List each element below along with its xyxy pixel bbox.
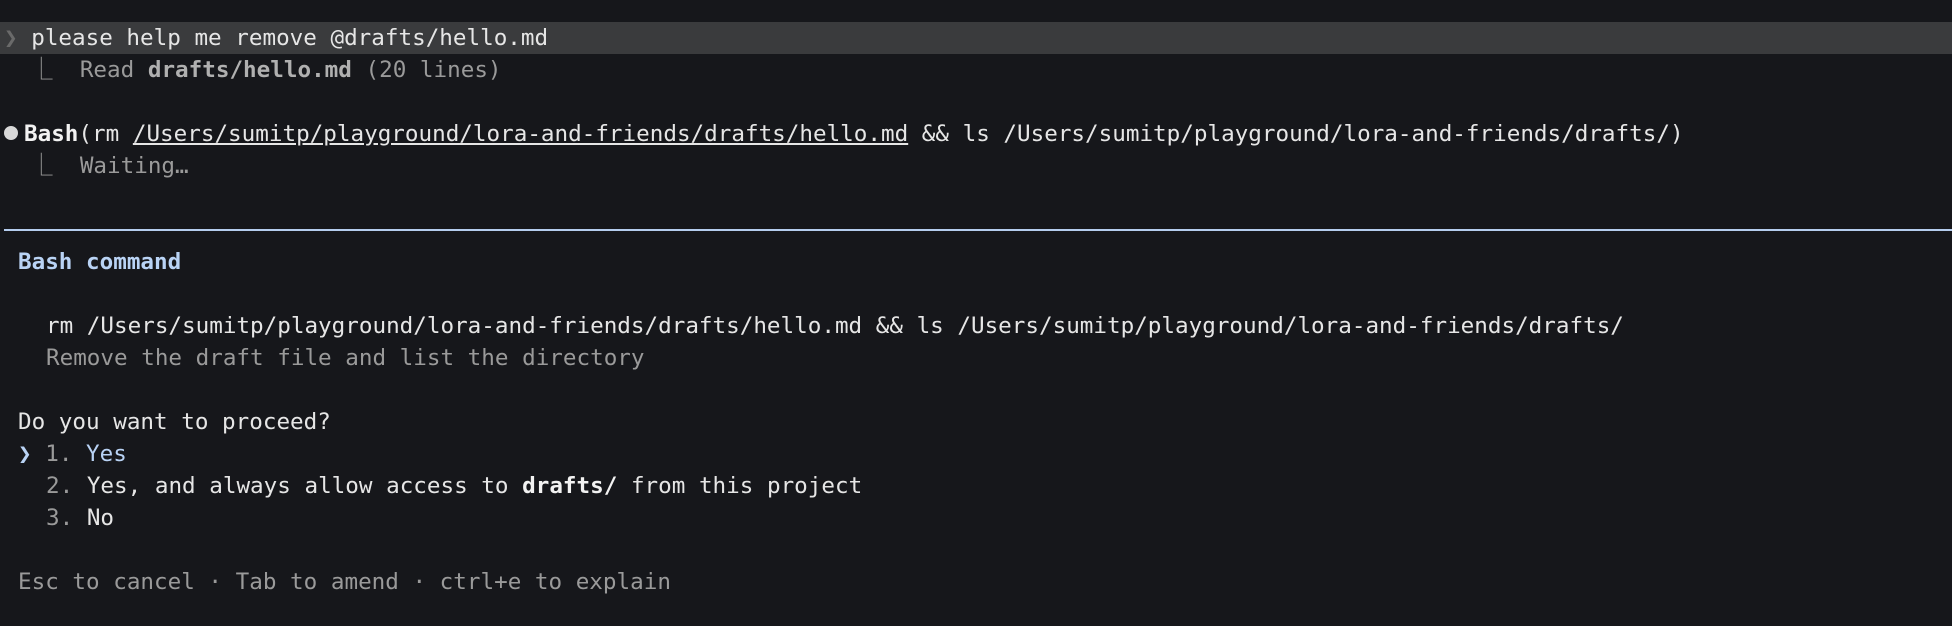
- option-yes[interactable]: ❯ 1. Yes: [18, 438, 127, 470]
- dialog-command: rm /Users/sumitp/playground/lora-and-fri…: [46, 313, 1624, 339]
- option-number: 1.: [45, 441, 73, 467]
- prompt-chevron-icon: ❯: [4, 25, 18, 51]
- read-file-name: drafts/hello.md: [147, 57, 352, 83]
- dialog-question: Do you want to proceed?: [18, 409, 331, 435]
- read-result-line: ⎿ Read drafts/hello.md (20 lines): [30, 54, 502, 86]
- option-no[interactable]: 3. No: [46, 502, 114, 534]
- bash-tool-call-line: Bash(rm /Users/sumitp/playground/lora-an…: [0, 118, 1684, 150]
- tool-call-rest: && ls /Users/sumitp/playground/lora-and-…: [908, 121, 1684, 147]
- connector-icon: ⎿: [30, 57, 53, 83]
- user-prompt-text: please help me remove @drafts/hello.md: [31, 25, 549, 51]
- user-prompt-row: ❯ please help me remove @drafts/hello.md: [0, 22, 1952, 54]
- dialog-divider: [4, 229, 1952, 231]
- option-number: 2.: [46, 473, 74, 499]
- dialog-title: Bash command: [18, 249, 182, 275]
- tool-status-bullet-icon: [4, 126, 18, 140]
- dialog-description: Remove the draft file and list the direc…: [46, 345, 645, 371]
- option-label-bold: drafts/: [522, 473, 618, 499]
- selected-chevron-icon: ❯: [18, 441, 32, 467]
- read-detail: (20 lines): [365, 57, 502, 83]
- file-path-link[interactable]: /Users/sumitp/playground/lora-and-friend…: [133, 121, 908, 147]
- tool-status-text: Waiting…: [79, 153, 189, 179]
- option-label-before: Yes, and always allow access to: [86, 473, 523, 499]
- option-label: Yes: [86, 441, 127, 467]
- keyboard-hint: Esc to cancel · Tab to amend · ctrl+e to…: [18, 569, 671, 595]
- tool-name: Bash: [24, 121, 79, 147]
- read-verb: Read: [79, 57, 135, 83]
- connector-icon: ⎿: [30, 153, 53, 179]
- tool-status-line: ⎿ Waiting…: [30, 150, 189, 182]
- option-number: 3.: [46, 505, 74, 531]
- option-label: No: [86, 505, 115, 531]
- tool-call-open: (rm: [78, 121, 133, 147]
- option-label-after: from this project: [617, 473, 863, 499]
- option-always-allow[interactable]: 2. Yes, and always allow access to draft…: [46, 470, 862, 502]
